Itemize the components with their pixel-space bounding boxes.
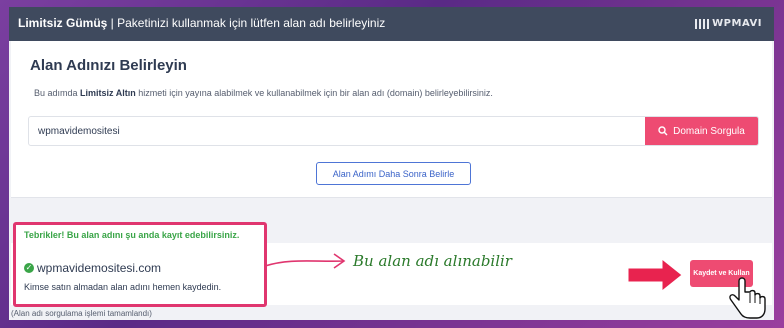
hand-cursor-icon — [729, 277, 766, 319]
annotation-overlay — [264, 253, 766, 319]
pointer-arrow-icon — [627, 257, 683, 293]
annotation-arrow-icon — [264, 253, 346, 269]
